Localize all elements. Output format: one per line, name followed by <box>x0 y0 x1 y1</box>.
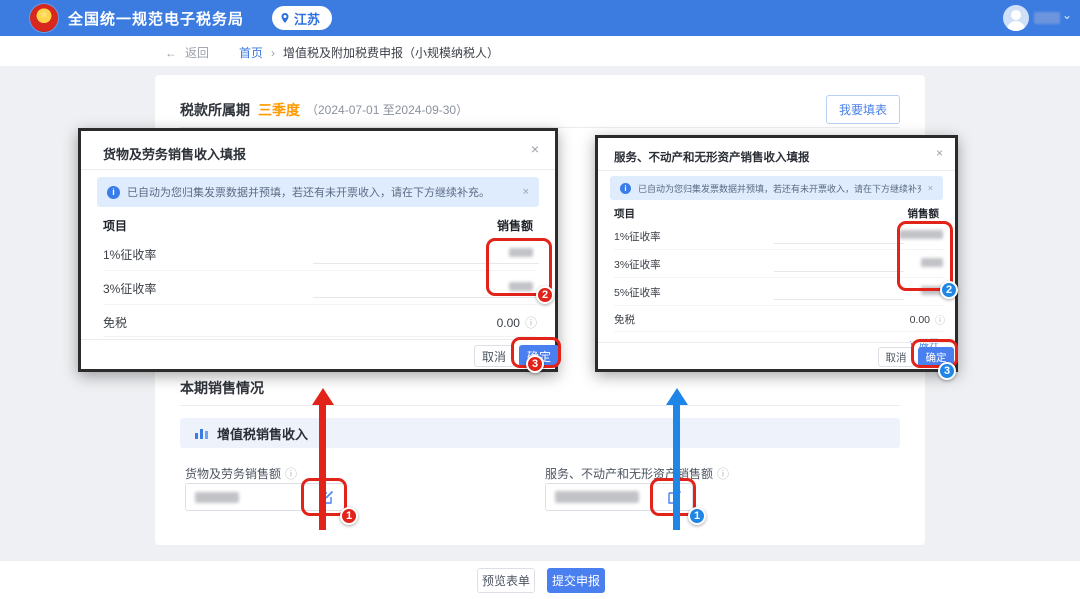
app-title: 全国统一规范电子税务局 <box>68 8 244 29</box>
step-2-badge-red: 2 <box>536 286 554 304</box>
goods-row-free: 免税 0.00 ⓘ <box>103 305 537 337</box>
back-link[interactable]: 返回 <box>185 44 209 61</box>
user-avatar[interactable] <box>1003 5 1029 31</box>
goods-modal: 货物及劳务销售收入填报 × i 已自动为您归集发票数据并预填，若还有未开票收入，… <box>78 128 558 372</box>
goods-modal-alert: i 已自动为您归集发票数据并预填，若还有未开票收入，请在下方继续补充。 × <box>97 177 539 207</box>
section-divider <box>180 405 900 406</box>
vat-income-icon <box>194 426 209 440</box>
breadcrumb-bar: ← 返回 首页 › 增值税及附加税费申报（小规模纳税人） <box>0 36 1080 66</box>
services-cancel-button[interactable]: 取消 <box>878 347 914 367</box>
services-modal: 服务、不动产和无形资产销售收入填报 × i 已自动为您归集发票数据并预填，若还有… <box>595 135 958 372</box>
step-1-badge-red: 1 <box>340 507 358 525</box>
info-icon: i <box>620 183 631 194</box>
services-row-1pct: 1%征收率 <box>614 222 945 250</box>
back-arrow-icon[interactable]: ← <box>165 46 177 60</box>
goods-row-1pct: 1%征收率 <box>103 237 537 271</box>
goods-sales-field-label: 货物及劳务销售额 ⓘ <box>185 465 297 482</box>
step-1-badge-blue: 1 <box>688 507 706 525</box>
services-1pct-redacted-value <box>899 230 943 239</box>
top-header-bar: 全国统一规范电子税务局 江苏 ⌄ <box>0 0 1080 36</box>
fill-form-button[interactable]: 我要填表 <box>826 95 900 124</box>
alert-close-icon[interactable]: × <box>928 183 933 193</box>
goods-modal-close-icon[interactable]: × <box>531 141 539 157</box>
col-item: 项目 <box>614 206 635 221</box>
goods-sales-redacted-value <box>195 492 239 503</box>
free-info-icon[interactable]: ⓘ <box>525 314 537 331</box>
free-info-icon[interactable]: ⓘ <box>935 312 945 327</box>
alert-text: 已自动为您归集发票数据并预填，若还有未开票收入，请在下方继续补充。 <box>638 182 921 195</box>
row-input-underline[interactable] <box>774 243 904 244</box>
user-menu-chevron-down-icon[interactable]: ⌄ <box>1062 8 1072 22</box>
services-sales-field-label: 服务、不动产和无形资产销售额 ⓘ <box>545 465 729 482</box>
services-row-5pct: 5%征收率 <box>614 278 945 306</box>
step-2-badge-blue: 2 <box>940 281 958 299</box>
row-input-underline[interactable] <box>313 263 539 264</box>
breadcrumb-separator: › <box>271 46 275 60</box>
goods-cancel-button[interactable]: 取消 <box>474 345 514 367</box>
alert-close-icon[interactable]: × <box>523 186 529 198</box>
services-row-3pct: 3%征收率 <box>614 250 945 278</box>
preview-form-button[interactable]: 预览表单 <box>477 568 535 593</box>
location-selector[interactable]: 江苏 <box>272 6 332 30</box>
services-sales-redacted-value <box>555 491 639 503</box>
row-input-underline[interactable] <box>313 297 539 298</box>
services-modal-alert: i 已自动为您归集发票数据并预填，若还有未开票收入，请在下方继续补充。 × <box>610 176 943 200</box>
goods-row-3pct: 3%征收率 <box>103 271 537 305</box>
services-free-value: 0.00 <box>910 314 930 326</box>
breadcrumb-current: 增值税及附加税费申报（小规模纳税人） <box>283 44 499 61</box>
services-3pct-redacted-value <box>921 258 943 267</box>
goods-info-icon[interactable]: ⓘ <box>285 465 297 482</box>
services-sales-input[interactable] <box>545 483 693 511</box>
goods-free-value: 0.00 <box>497 316 520 330</box>
user-name-redacted <box>1034 12 1060 24</box>
row-input-underline[interactable] <box>774 299 904 300</box>
breadcrumb: ← 返回 首页 › 增值税及附加税费申报（小规模纳税人） <box>165 44 499 61</box>
location-pin-icon <box>280 13 290 23</box>
services-row-free: 免税 0.00 ⓘ <box>614 306 945 332</box>
screen: 全国统一规范电子税务局 江苏 ⌄ ← 返回 首页 › 增值税及附加税费申报（小规… <box>0 0 1080 599</box>
step-3-badge-red: 3 <box>526 355 544 373</box>
alert-text: 已自动为您归集发票数据并预填，若还有未开票收入，请在下方继续补充。 <box>127 184 490 200</box>
vat-sales-income-banner: 增值税销售收入 <box>180 418 900 448</box>
col-amount: 销售额 <box>908 206 940 221</box>
step-3-badge-blue: 3 <box>938 362 956 380</box>
tax-bureau-emblem-icon <box>30 4 58 32</box>
row-input-underline[interactable] <box>774 271 904 272</box>
tax-period-label: 税款所属期 <box>180 100 250 120</box>
current-sales-section-title: 本期销售情况 <box>180 378 264 398</box>
tax-period-range: （2024-07-01 至2024-09-30） <box>306 101 468 118</box>
col-amount: 销售额 <box>497 217 533 234</box>
footer-action-bar: 预览表单 提交申报 <box>0 560 1080 599</box>
tax-period-value: 三季度 <box>258 100 300 120</box>
services-info-icon[interactable]: ⓘ <box>717 465 729 482</box>
goods-1pct-redacted-value <box>509 248 533 257</box>
goods-edit-button[interactable] <box>310 484 344 510</box>
breadcrumb-home-link[interactable]: 首页 <box>239 44 263 61</box>
goods-modal-title: 货物及劳务销售收入填报 <box>103 144 246 163</box>
info-icon: i <box>107 186 120 199</box>
services-modal-close-icon[interactable]: × <box>936 146 943 160</box>
submit-declaration-button[interactable]: 提交申报 <box>547 568 605 593</box>
location-label: 江苏 <box>294 9 320 28</box>
goods-3pct-redacted-value <box>509 282 533 291</box>
vat-income-banner-label: 增值税销售收入 <box>217 424 308 443</box>
services-modal-title: 服务、不动产和无形资产销售收入填报 <box>614 149 810 165</box>
col-item: 项目 <box>103 217 127 234</box>
